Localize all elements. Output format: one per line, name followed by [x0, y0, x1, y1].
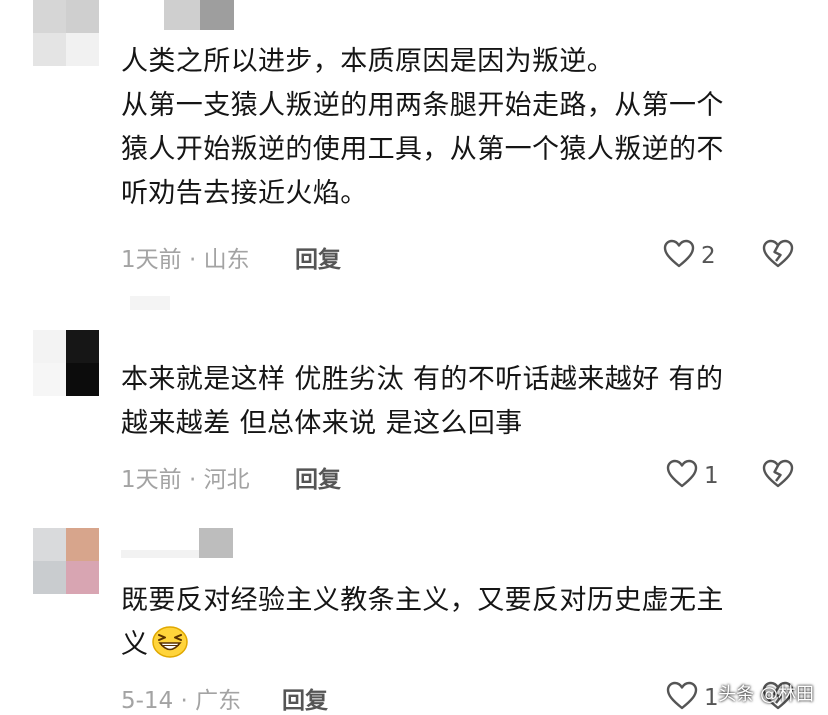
- like-button[interactable]: 1: [666, 459, 719, 493]
- username-blurred[interactable]: [121, 528, 233, 558]
- like-button[interactable]: 1: [666, 681, 719, 715]
- heart-outline-icon: [666, 681, 698, 715]
- comment-line-text: 义: [121, 629, 149, 660]
- meta-separator: ·: [180, 688, 188, 714]
- like-count: 2: [701, 243, 716, 269]
- reply-button[interactable]: 回复: [295, 460, 341, 494]
- like-count: 1: [704, 463, 719, 489]
- comment-meta: 1天前 · 山东: [121, 240, 250, 274]
- comment-line: 从第一支猿人叛逆的用两条腿开始走路，从第一个: [121, 90, 724, 121]
- meta-separator: ·: [188, 247, 197, 273]
- comment-line: 既要反对经验主义教条主义，又要反对历史虚无主: [121, 585, 724, 616]
- like-button[interactable]: 2: [663, 239, 716, 273]
- comment-location: 广东: [195, 688, 242, 714]
- comment-line: 人类之所以进步，本质原因是因为叛逆。: [121, 46, 615, 77]
- comment-line: 听劝告去接近火焰。: [121, 178, 368, 209]
- watermark: 头条 @林田: [718, 684, 814, 705]
- dislike-button[interactable]: [762, 239, 794, 273]
- comment-text: 人类之所以进步，本质原因是因为叛逆。 从第一支猿人叛逆的用两条腿开始走路，从第一…: [121, 40, 811, 216]
- comment-line: 越来越差 但总体来说 是这么回事: [121, 408, 523, 439]
- broken-heart-icon: [762, 239, 794, 273]
- comment-time: 5-14: [121, 688, 174, 714]
- comment-time: 1天前: [121, 467, 182, 493]
- meta-separator: ·: [188, 467, 197, 493]
- reply-button[interactable]: 回复: [295, 240, 341, 274]
- comment-time: 1天前: [121, 247, 182, 273]
- avatar[interactable]: [33, 330, 99, 396]
- like-count: 1: [704, 685, 719, 711]
- comment-line: 本来就是这样 优胜劣汰 有的不听话越来越好 有的: [121, 364, 724, 395]
- comment-location: 山东: [203, 247, 250, 273]
- comment-location: 河北: [203, 467, 250, 493]
- username-blurred[interactable]: [164, 0, 234, 30]
- comment-text: 本来就是这样 优胜劣汰 有的不听话越来越好 有的 越来越差 但总体来说 是这么回…: [121, 358, 811, 446]
- comment-line: 猿人开始叛逆的使用工具，从第一个猿人叛逆的不: [121, 134, 724, 165]
- username-blurred[interactable]: [130, 296, 170, 310]
- comment-meta: 5-14 · 广东: [121, 681, 241, 715]
- comment-line: 义: [121, 623, 811, 673]
- comment-meta: 1天前 · 河北: [121, 460, 250, 494]
- comment-text: 既要反对经验主义教条主义，又要反对历史虚无主 义: [121, 579, 811, 673]
- broken-heart-icon: [762, 459, 794, 493]
- reply-button[interactable]: 回复: [282, 681, 328, 715]
- grinning-face-emoji-icon: [150, 625, 190, 673]
- heart-outline-icon: [663, 239, 695, 273]
- avatar[interactable]: [33, 0, 99, 66]
- avatar[interactable]: [33, 528, 99, 594]
- dislike-button[interactable]: [762, 459, 794, 493]
- heart-outline-icon: [666, 459, 698, 493]
